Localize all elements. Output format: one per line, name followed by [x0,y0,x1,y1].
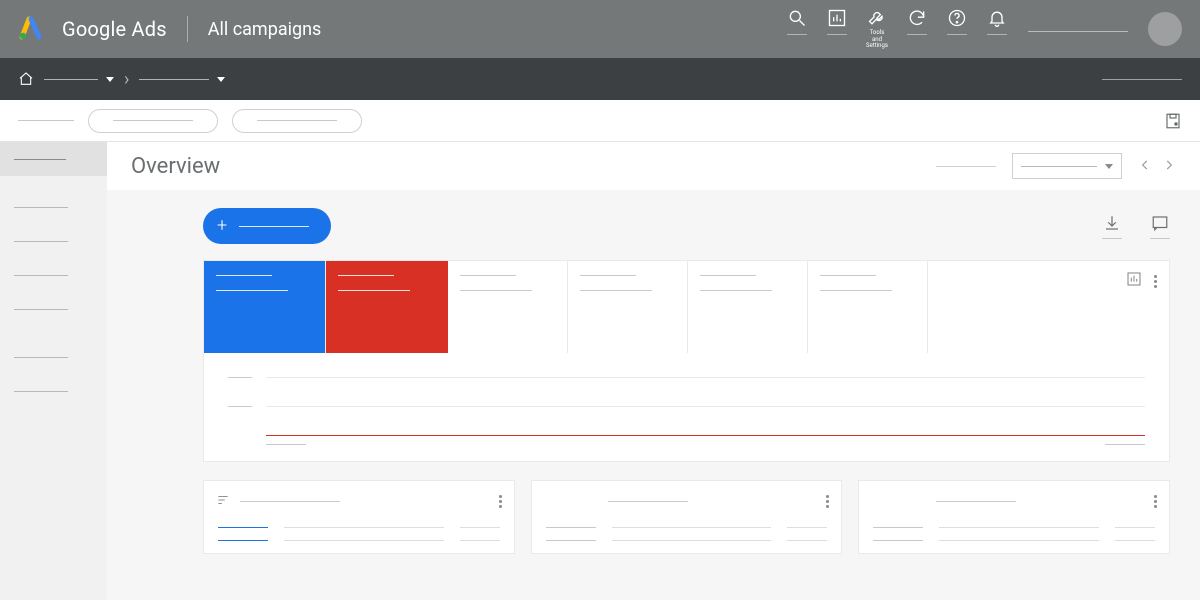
y-axis-tick [228,377,252,378]
page-title: Overview [131,154,220,179]
search-icon[interactable] [787,8,807,28]
metric-selector-row [204,261,1169,353]
chevron-down-icon [217,77,225,82]
tools-settings-icon[interactable] [867,8,887,28]
metric-tile-4[interactable] [688,261,808,353]
filter-pill-1[interactable] [88,109,218,133]
app-header: Google Ads All campaigns Tools and Setti… [0,0,1200,58]
notifications-icon[interactable] [987,8,1007,28]
card-menu-icon[interactable] [499,495,502,508]
card-title [608,501,688,502]
breadcrumb-separator-icon: › [124,69,129,90]
date-range-dropdown[interactable] [1012,153,1122,179]
refresh-icon[interactable] [907,8,927,28]
metric-tile-2[interactable] [448,261,568,353]
main-content: Overview + [107,142,1200,600]
page-header-label [936,166,996,167]
table-row[interactable] [873,527,1155,528]
divider [187,16,188,42]
summary-cards-row [107,480,1200,554]
card-title [240,501,340,502]
expand-chart-icon[interactable] [1126,271,1142,291]
sidebar-item-6[interactable] [0,374,107,408]
summary-card-2 [858,480,1170,554]
feedback-icon[interactable] [1150,214,1170,239]
date-pager [1138,157,1176,176]
table-row[interactable] [546,527,828,528]
breadcrumb-level-1[interactable] [44,77,114,82]
sidebar-item-2[interactable] [0,224,107,258]
breadcrumb-level-2[interactable] [139,77,225,82]
metric-tile-1[interactable] [326,261,448,353]
x-axis-tick [266,444,306,445]
card-menu-icon[interactable] [1154,275,1157,288]
metric-tile-3[interactable] [568,261,688,353]
help-icon[interactable] [947,8,967,28]
prev-period-icon[interactable] [1138,157,1152,176]
plus-icon: + [217,217,227,235]
sidebar-item-4[interactable] [0,292,107,326]
new-button-label [239,226,309,227]
home-icon[interactable] [18,71,34,87]
sidebar-item-1[interactable] [0,190,107,224]
page-header: Overview [107,142,1200,190]
left-sidebar [0,142,107,600]
new-campaign-button[interactable]: + [203,208,331,244]
sidebar-item-5[interactable] [0,340,107,374]
sidebar-item-3[interactable] [0,258,107,292]
sort-icon[interactable] [216,492,230,511]
table-row[interactable] [218,527,500,528]
tools-label: Tools and Settings [864,30,890,50]
x-axis-tick [1105,444,1145,445]
save-view-icon[interactable] [1164,112,1182,130]
summary-card-0 [203,480,515,554]
y-axis-tick [228,406,252,407]
reports-icon[interactable] [827,8,847,28]
filter-pill-2[interactable] [232,109,362,133]
breadcrumb-right-link[interactable] [1102,79,1182,80]
google-ads-logo-icon [18,16,44,42]
table-row[interactable] [873,540,1155,541]
download-icon[interactable] [1102,214,1122,239]
next-period-icon[interactable] [1162,157,1176,176]
card-title [936,501,1016,502]
header-tools: Tools and Settings [784,8,1010,50]
metric-tile-5[interactable] [808,261,928,353]
performance-card [203,260,1170,462]
filter-bar [0,100,1200,142]
table-row[interactable] [546,540,828,541]
metric-tile-0[interactable] [204,261,326,353]
chevron-down-icon [106,77,114,82]
sidebar-item-0[interactable] [0,142,107,176]
filter-label [18,120,74,121]
user-avatar[interactable] [1148,12,1182,46]
brand-name: Google Ads [62,17,167,41]
account-label[interactable] [1028,31,1128,32]
breadcrumb-bar: › [0,58,1200,100]
table-row[interactable] [218,540,500,541]
card-menu-icon[interactable] [1154,495,1157,508]
card-menu-icon[interactable] [826,495,829,508]
performance-chart [204,353,1169,461]
chevron-down-icon [1105,164,1113,169]
scope-label[interactable]: All campaigns [208,19,322,40]
summary-card-1 [531,480,843,554]
